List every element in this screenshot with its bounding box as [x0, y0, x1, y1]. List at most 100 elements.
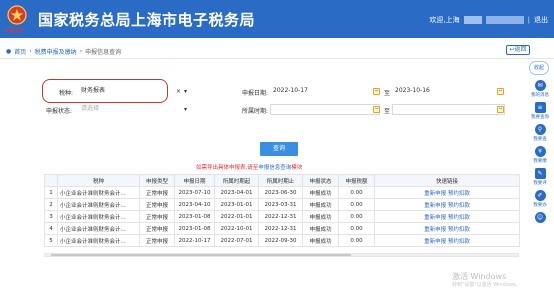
toolbar-do[interactable]: ✐ 我要办	[530, 190, 550, 208]
col-header-type: 申报类型	[139, 174, 175, 187]
breadcrumb-divider	[0, 58, 554, 59]
breadcrumb-separator: ›	[29, 48, 32, 55]
toolbar-query[interactable]: ≡ 我要查询	[530, 102, 550, 120]
calendar-icon[interactable]	[497, 106, 504, 113]
calendar-icon[interactable]	[373, 88, 380, 95]
col-header-amount: 申报税额	[338, 174, 375, 187]
scrollbar-thumb[interactable]	[51, 254, 351, 256]
toolbar-label: 我要办	[533, 203, 547, 208]
export-hint: 如需导出具体申报表,请至申报信息查询模块	[196, 163, 302, 171]
cell-date: 2023-04-10	[174, 198, 215, 211]
col-header-date: 申报日期	[174, 174, 215, 187]
cell-amount: 0.00	[338, 210, 375, 223]
table-row: 5 小企业会计准则财务会计... 正常申报 2022-10-17 2022-07-01 2…	[44, 234, 520, 247]
schedule-deduction-link[interactable]: 预约扣款	[448, 239, 470, 245]
hint-link[interactable]: 申报信息查询	[258, 165, 291, 171]
col-header-actions: 快速链接	[374, 174, 520, 187]
cell-type: 正常申报	[139, 234, 175, 247]
chevron-down-icon[interactable]: ▾	[184, 88, 187, 95]
schedule-deduction-link[interactable]: 预约扣款	[448, 191, 470, 197]
cell-end: 2023-03-31	[258, 198, 303, 211]
cell-end: 2022-12-31	[258, 222, 303, 235]
user-name-redacted	[463, 16, 482, 24]
cell-tax: 小企业会计准则财务会计...	[57, 198, 140, 211]
breadcrumb-current: 申报信息查询	[85, 49, 122, 56]
cell-end: 2022-12-31	[258, 210, 303, 223]
to-label: 至	[384, 90, 391, 97]
edit-icon: ✐	[534, 190, 546, 201]
cell-tax: 小企业会计准则财务会计...	[57, 186, 140, 199]
filing-table: 税种 申报类型 申报日期 所属时期起 所属时期止 申报状态 申报税额 快速链接 …	[44, 174, 520, 247]
logout-link[interactable]: 退出	[534, 15, 548, 25]
cell-tax: 小企业会计准则财务会计...	[57, 210, 140, 223]
toolbar-search[interactable]: ⚲ 我要查	[530, 124, 550, 142]
breadcrumb-separator: ›	[79, 48, 83, 55]
cell-tax: 小企业会计准则财务会计...	[57, 222, 140, 235]
breadcrumb-tax-filing[interactable]: 税费申报及缴纳	[35, 47, 77, 56]
breadcrumb-home[interactable]: 首页	[14, 47, 26, 56]
col-header-start: 所属时期起	[214, 174, 259, 187]
status-select[interactable]: 请选择	[78, 104, 190, 115]
cell-status: 申报成功	[302, 210, 339, 223]
refile-link[interactable]: 重新申报	[424, 215, 446, 221]
cell-index: 3	[44, 210, 58, 223]
user-info-redacted	[485, 16, 524, 24]
toolbar-person[interactable]: ☺	[530, 212, 550, 224]
cell-type: 正常申报	[139, 186, 175, 199]
cell-amount: 0.00	[338, 186, 375, 199]
header-divider: |	[527, 16, 530, 24]
toolbar-messages[interactable]: ✉ 我的消息	[530, 80, 550, 98]
logo-caption: 中国税务	[4, 28, 25, 34]
toolbar-review[interactable]: ✎ 我要评	[530, 168, 550, 186]
cell-date: 2023-01-08	[174, 222, 215, 235]
table-row: 1 小企业会计准则财务会计... 正常申报 2023-07-10 2023-04-01 2…	[44, 186, 520, 199]
period-to-input[interactable]	[392, 104, 505, 115]
schedule-deduction-link[interactable]: 预约扣款	[448, 203, 470, 209]
calendar-icon[interactable]	[373, 106, 380, 113]
filing-date-label: 申报日期:	[242, 90, 269, 97]
refile-link[interactable]: 重新申报	[424, 227, 446, 233]
cell-amount: 0.00	[338, 234, 375, 247]
clear-icon[interactable]: ×	[176, 88, 181, 95]
back-button-label: 返回	[514, 46, 527, 53]
back-button[interactable]: ↩返回	[506, 45, 530, 55]
calendar-icon[interactable]	[497, 88, 504, 95]
tax-type-select[interactable]: 财务报表	[78, 86, 164, 97]
windows-activation-hint: 转到"设置"以激活 Windows。	[452, 282, 521, 288]
date-from-input[interactable]: 2022-10-17	[270, 86, 378, 97]
app-header: 中国税务 国家税务总局上海市电子税务局 欢迎,上海 | 退出	[0, 0, 554, 38]
cell-start: 2022-10-01	[214, 222, 259, 235]
to-label: 至	[384, 108, 391, 115]
cell-end: 2022-09-30	[258, 234, 303, 247]
cell-amount: 0.00	[338, 198, 375, 211]
date-to-input[interactable]: 2023-10-16	[392, 86, 504, 97]
refile-link[interactable]: 重新申报	[424, 239, 446, 245]
query-button[interactable]: 查询	[260, 142, 298, 156]
toolbar-label: 我要查	[533, 137, 547, 142]
collapse-toolbar-button[interactable]: 收起	[529, 61, 549, 75]
cell-date: 2023-07-10	[174, 186, 215, 199]
cell-actions: 重新申报 预约扣款	[374, 186, 520, 199]
cell-type: 正常申报	[139, 210, 175, 223]
table-row: 3 小企业会计准则财务会计... 正常申报 2023-01-08 2022-01-01 2…	[44, 210, 520, 223]
toolbar-label: 我要缴	[533, 159, 547, 164]
chevron-down-icon[interactable]: ▾	[184, 106, 187, 113]
cell-start: 2022-01-01	[214, 210, 259, 223]
breadcrumb: ● 首页 › 税费申报及缴纳 › 申报信息查询	[6, 47, 121, 56]
table-row: 4 小企业会计准则财务会计... 正常申报 2023-01-08 2022-10-01 2…	[44, 222, 520, 235]
toolbar-label: 我要查询	[531, 115, 549, 120]
table-header-row: 税种 申报类型 申报日期 所属时期起 所属时期止 申报状态 申报税额 快速链接	[44, 174, 520, 187]
period-from-input[interactable]	[270, 104, 380, 115]
cell-actions: 重新申报 预约扣款	[374, 222, 520, 235]
cell-start: 2023-04-01	[214, 186, 259, 199]
schedule-deduction-link[interactable]: 预约扣款	[448, 215, 470, 221]
cell-status: 申报成功	[302, 222, 339, 235]
refile-link[interactable]: 重新申报	[424, 191, 446, 197]
schedule-deduction-link[interactable]: 预约扣款	[448, 227, 470, 233]
table-horizontal-scrollbar[interactable]	[44, 253, 519, 257]
refile-link[interactable]: 重新申报	[424, 203, 446, 209]
col-header-status: 申报状态	[302, 174, 339, 187]
toolbar-pay[interactable]: ¥ 我要缴	[530, 146, 550, 164]
col-header-index	[44, 174, 58, 187]
cell-amount: 0.00	[338, 222, 375, 235]
